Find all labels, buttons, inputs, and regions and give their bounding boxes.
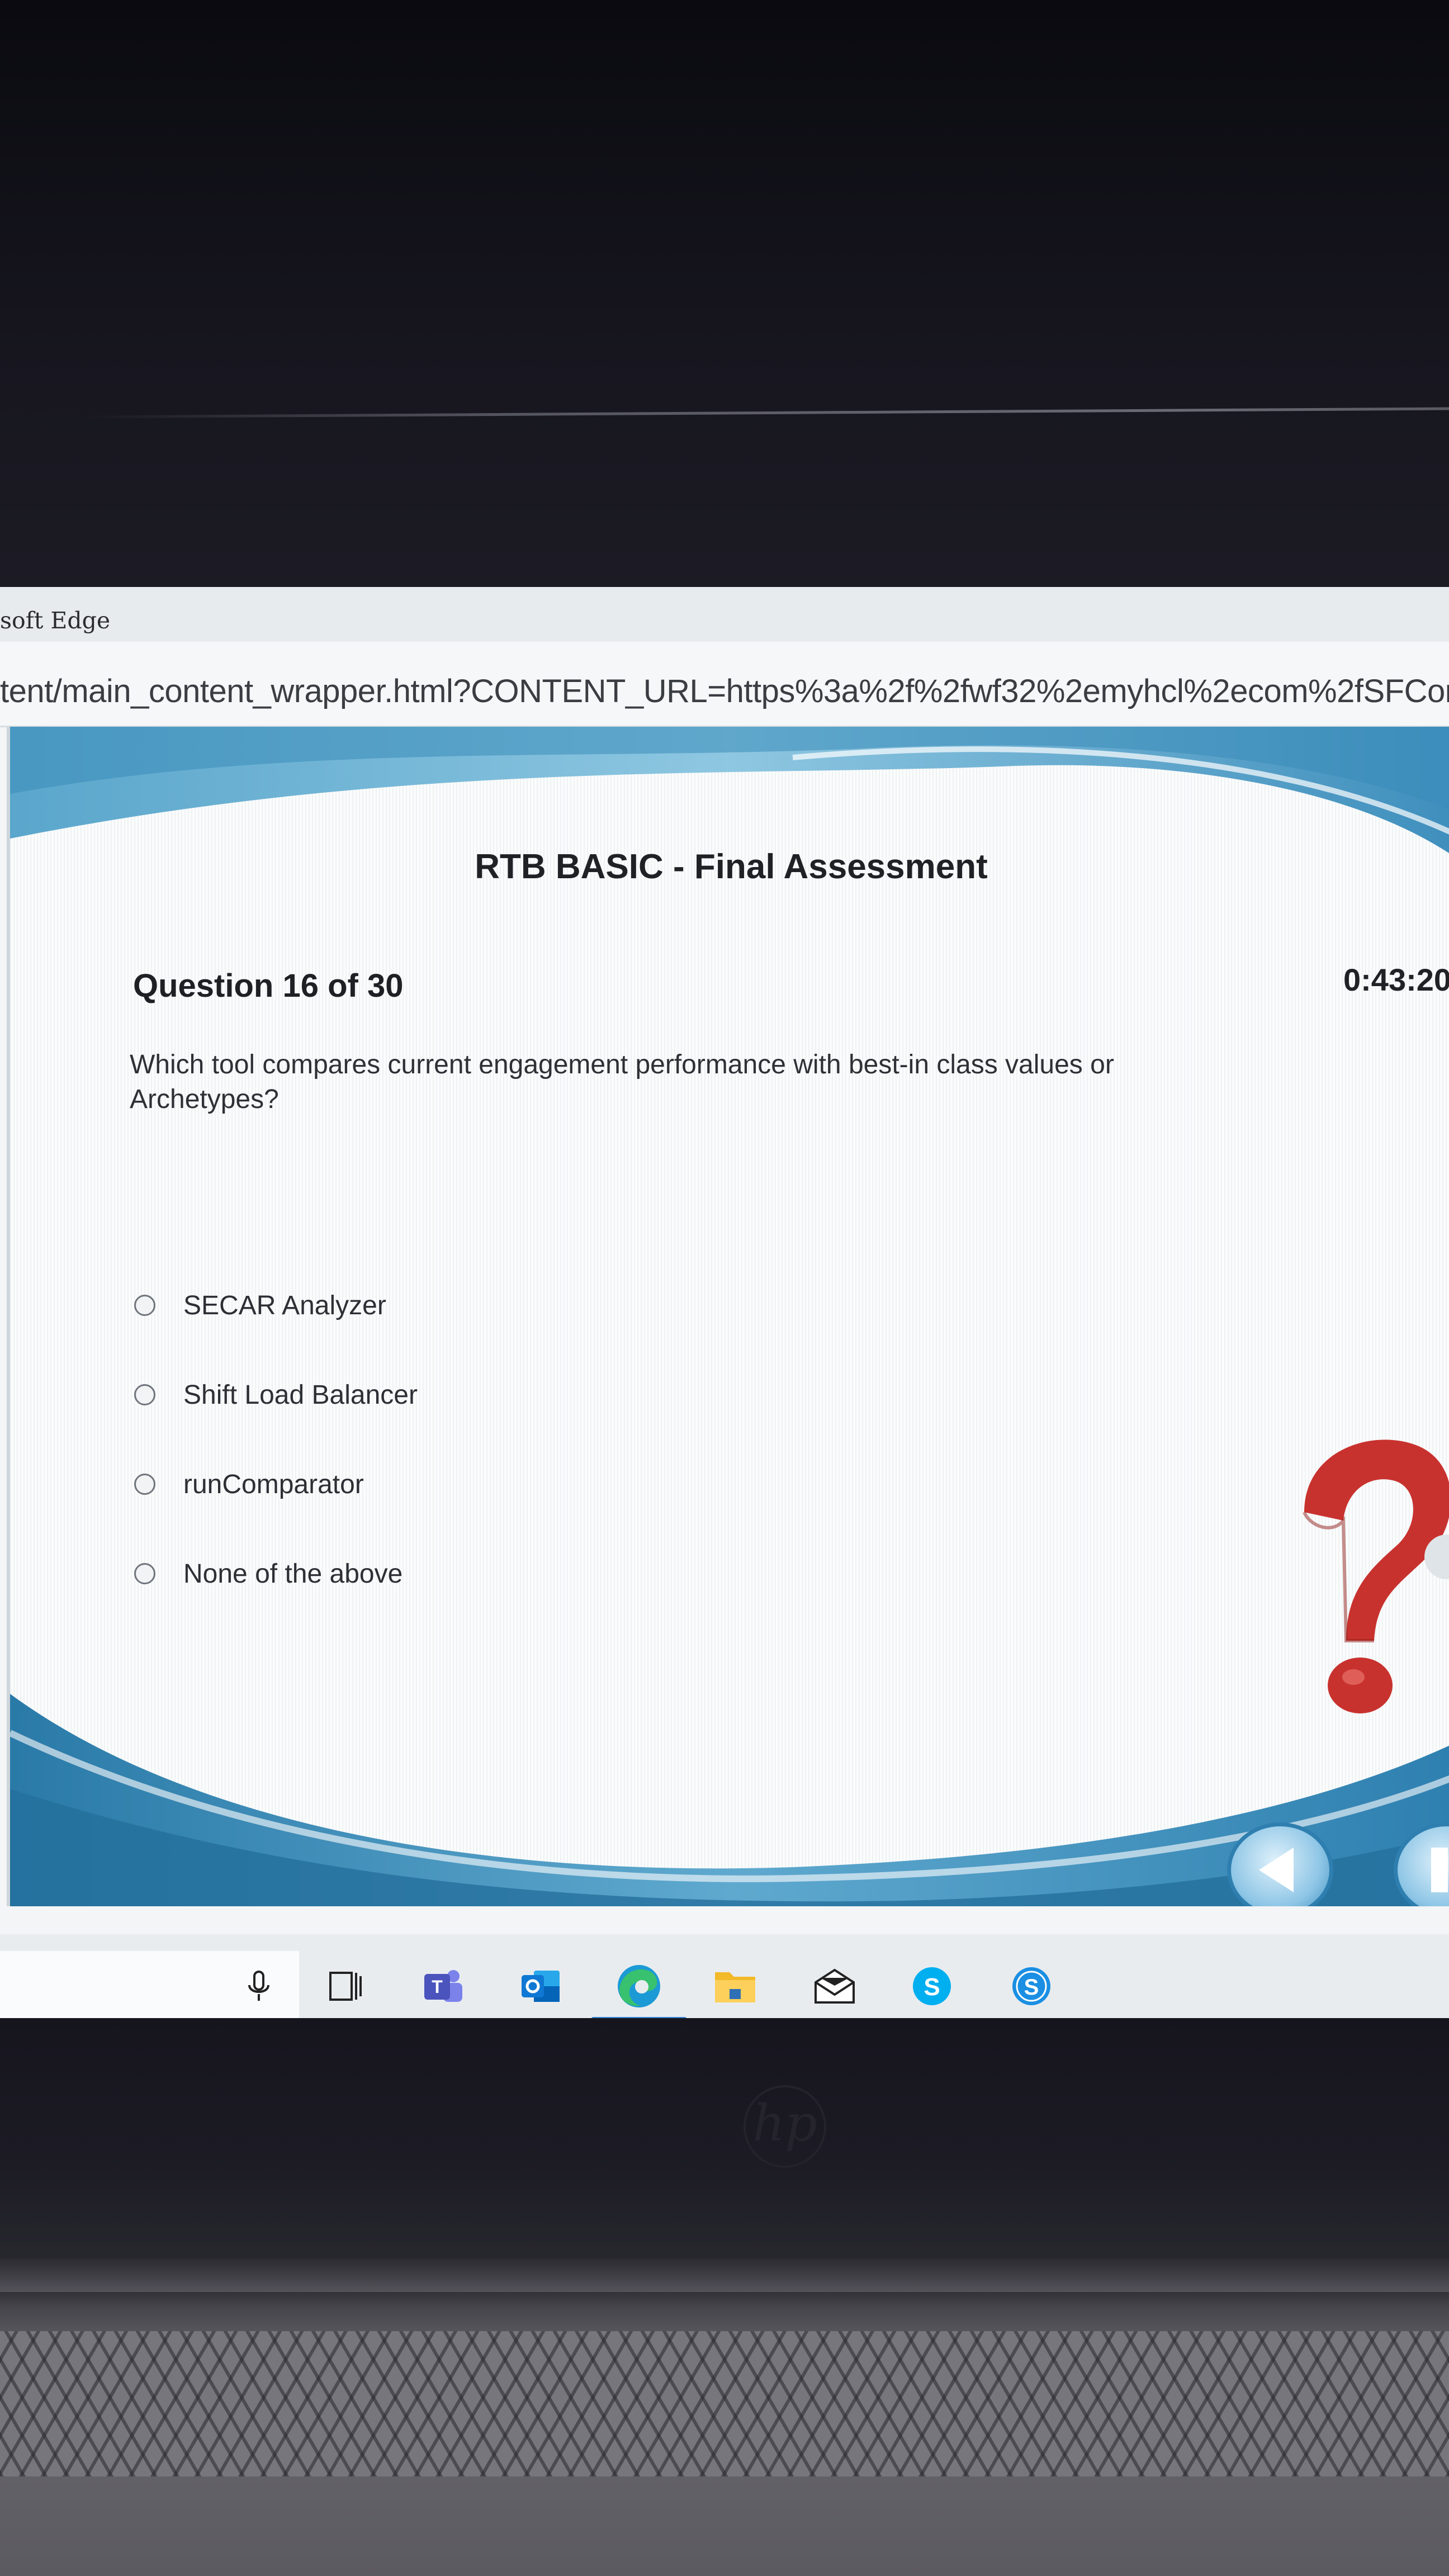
next-button[interactable]: [1394, 1822, 1449, 1906]
speaker-grill: [0, 2331, 1449, 2476]
option-label: runComparator: [183, 1469, 364, 1499]
question-text: Which tool compares current engagement p…: [130, 1050, 1114, 1114]
question-mark-icon: [1303, 1439, 1449, 1713]
assessment-page: RTB BASIC - Final Assessment Question 16…: [7, 727, 1449, 1906]
question-counter: Question 16 of 30: [133, 968, 404, 1004]
answer-option[interactable]: Shift Load Balancer: [134, 1375, 418, 1414]
browser-address-bar[interactable]: tent/main_content_wrapper.html?CONTENT_U…: [0, 642, 1449, 727]
radio-button[interactable]: [134, 1563, 155, 1584]
url-text[interactable]: tent/main_content_wrapper.html?CONTENT_U…: [0, 673, 1449, 710]
page-title: RTB BASIC - Final Assessment: [475, 847, 988, 886]
hp-logo-icon: hp: [744, 2085, 826, 2168]
edge-icon[interactable]: [614, 1961, 664, 2011]
svg-text:S: S: [924, 1973, 940, 2001]
laptop-bottom-bezel: hp: [0, 2018, 1449, 2576]
svg-text:S: S: [1024, 1975, 1039, 2000]
teams-icon[interactable]: T: [418, 1961, 468, 2011]
countdown-timer: 0:43:20: [1343, 962, 1449, 997]
option-label: SECAR Analyzer: [183, 1290, 386, 1320]
arrow-right-icon: [1431, 1848, 1448, 1892]
laptop-hinge: [0, 2258, 1449, 2292]
svg-text:T: T: [432, 1977, 443, 1997]
outlook-icon[interactable]: [515, 1961, 566, 2011]
skype-for-business-icon[interactable]: S: [1006, 1961, 1057, 2011]
task-view-icon[interactable]: [320, 1961, 370, 2011]
answer-option[interactable]: SECAR Analyzer: [134, 1286, 386, 1325]
answer-option[interactable]: runComparator: [134, 1465, 364, 1504]
window-title: soft Edge: [0, 607, 111, 634]
radio-button[interactable]: [134, 1384, 155, 1405]
mail-icon[interactable]: [809, 1961, 860, 2011]
option-label: Shift Load Balancer: [183, 1380, 418, 1410]
browser-titlebar: soft Edge: [0, 587, 1449, 642]
radio-button[interactable]: [134, 1295, 155, 1316]
laptop-top-bezel: [0, 0, 1449, 587]
microphone-icon[interactable]: [234, 1961, 284, 2011]
file-explorer-icon[interactable]: [710, 1961, 760, 2011]
bezel-edge: [84, 407, 1449, 419]
answer-option[interactable]: None of the above: [134, 1554, 402, 1593]
radio-button[interactable]: [134, 1474, 155, 1495]
option-label: None of the above: [183, 1559, 403, 1589]
laptop-screen: soft Edge tent/main_content_wrapper.html…: [0, 587, 1449, 2021]
windows-taskbar: T S S: [0, 1934, 1449, 2021]
skype-icon[interactable]: S: [907, 1961, 957, 2011]
arrow-left-icon: [1259, 1848, 1294, 1892]
previous-button[interactable]: [1227, 1822, 1333, 1906]
